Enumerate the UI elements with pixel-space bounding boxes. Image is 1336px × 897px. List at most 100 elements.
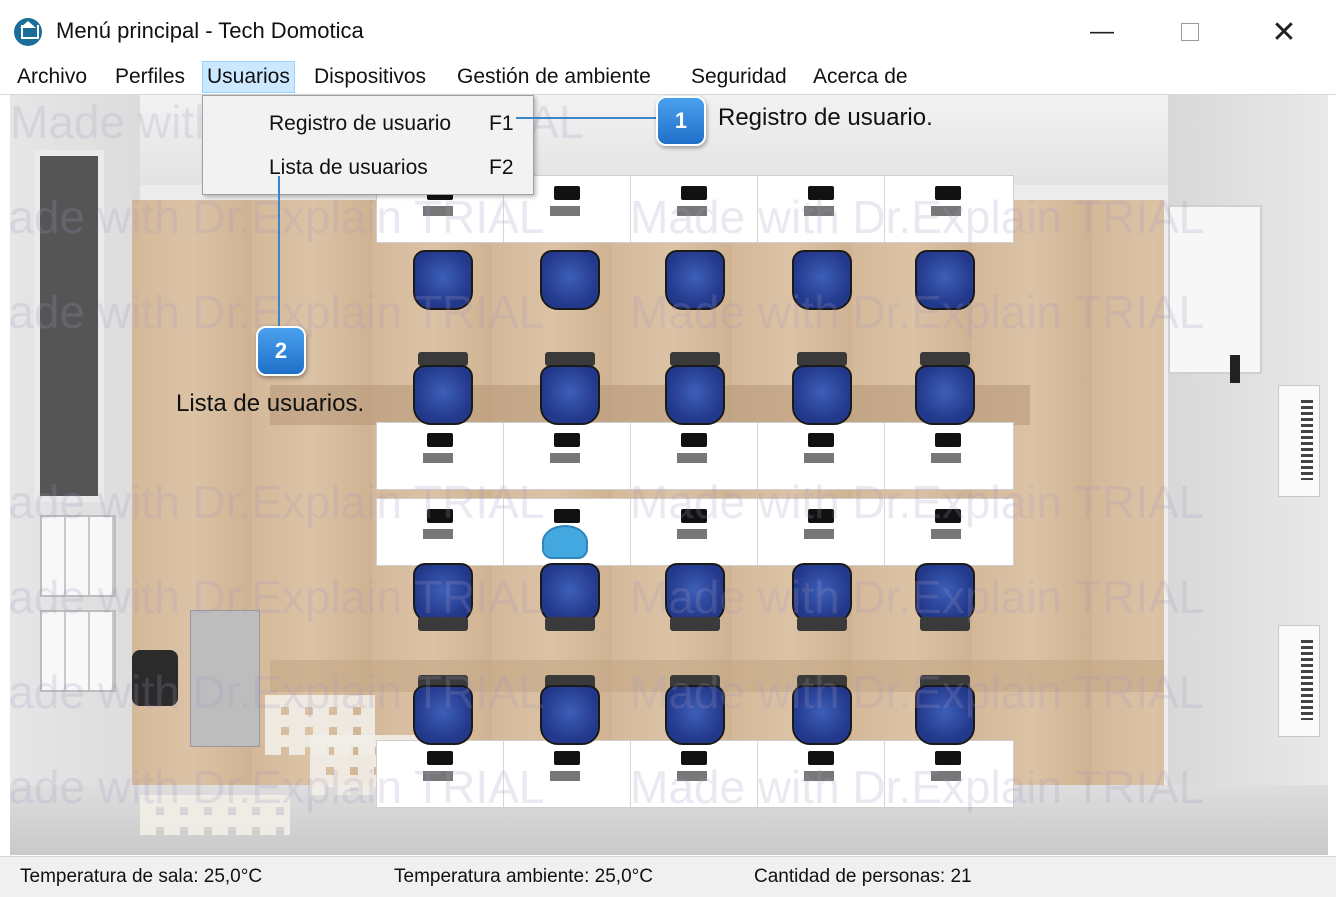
ambient-temperature-status: Temperatura ambiente: 25,0°C <box>394 866 653 887</box>
floor-light-pattern <box>140 795 290 835</box>
person-icon[interactable] <box>542 525 588 559</box>
menu-item-label: Lista de usuarios <box>269 156 428 179</box>
keyboard <box>423 206 453 216</box>
student-chair <box>665 685 725 745</box>
menu-registro-de-usuario[interactable]: Registro de usuario F1 <box>203 103 533 145</box>
student-chair <box>792 563 852 623</box>
menu-lista-de-usuarios[interactable]: Lista de usuarios F2 <box>203 147 533 189</box>
menu-acerca-de[interactable]: Acerca de <box>809 62 912 92</box>
keyboard <box>423 771 453 781</box>
computer-monitor[interactable] <box>681 186 707 200</box>
callout-badge-1: 1 <box>656 96 706 146</box>
menu-item-shortcut: F2 <box>489 156 514 179</box>
chair-back <box>920 352 970 366</box>
desk-row <box>376 740 1014 808</box>
keyboard <box>677 771 707 781</box>
computer-monitor[interactable] <box>681 433 707 447</box>
chair-back <box>670 617 720 631</box>
menu-bar: Archivo Perfiles Usuarios Dispositivos G… <box>0 60 1336 95</box>
computer-monitor[interactable] <box>935 433 961 447</box>
menu-gestion-ambiente[interactable]: Gestión de ambiente <box>453 62 655 92</box>
air-conditioner[interactable] <box>1278 385 1320 497</box>
student-chair <box>413 365 473 425</box>
keyboard <box>677 206 707 216</box>
chair-back <box>418 617 468 631</box>
light-switch <box>1230 355 1240 383</box>
callout-badge-2: 2 <box>256 326 306 376</box>
computer-monitor[interactable] <box>681 751 707 765</box>
computer-monitor[interactable] <box>427 433 453 447</box>
keyboard <box>550 453 580 463</box>
computer-monitor[interactable] <box>554 433 580 447</box>
student-chair <box>413 685 473 745</box>
window-pane <box>40 610 116 692</box>
computer-monitor[interactable] <box>808 186 834 200</box>
whiteboard <box>1168 205 1262 374</box>
app-house-icon <box>14 18 42 46</box>
keyboard <box>550 771 580 781</box>
student-chair <box>540 685 600 745</box>
computer-monitor[interactable] <box>935 751 961 765</box>
computer-monitor[interactable] <box>427 751 453 765</box>
menu-archivo[interactable]: Archivo <box>13 62 91 92</box>
menu-dispositivos[interactable]: Dispositivos <box>310 62 430 92</box>
classroom-floor-plan: Made with Dr.Explain TRIAL Made with Dr.… <box>10 95 1328 855</box>
window-title: Menú principal - Tech Domotica <box>56 18 364 43</box>
menu-seguridad[interactable]: Seguridad <box>687 62 791 92</box>
keyboard <box>804 206 834 216</box>
computer-monitor[interactable] <box>554 186 580 200</box>
computer-monitor[interactable] <box>808 751 834 765</box>
keyboard <box>677 453 707 463</box>
chair-back <box>545 617 595 631</box>
keyboard <box>931 206 961 216</box>
teacher-chair <box>132 650 178 706</box>
student-chair <box>915 563 975 623</box>
computer-monitor[interactable] <box>808 509 834 523</box>
desk-row <box>376 422 1014 490</box>
maximize-button[interactable] <box>1160 10 1220 54</box>
computer-monitor[interactable] <box>554 751 580 765</box>
student-chair <box>915 685 975 745</box>
student-chair <box>540 365 600 425</box>
keyboard <box>804 771 834 781</box>
main-window: Menú principal - Tech Domotica — ✕ Archi… <box>0 0 1336 897</box>
computer-monitor[interactable] <box>427 509 453 523</box>
keyboard <box>423 529 453 539</box>
keyboard <box>931 529 961 539</box>
student-chair <box>665 250 725 310</box>
chair-back <box>797 617 847 631</box>
student-chair <box>665 563 725 623</box>
keyboard <box>931 453 961 463</box>
computer-monitor[interactable] <box>935 186 961 200</box>
chair-back <box>920 617 970 631</box>
maximize-icon <box>1181 23 1199 41</box>
student-chair <box>792 365 852 425</box>
computer-monitor[interactable] <box>681 509 707 523</box>
student-chair <box>413 250 473 310</box>
chair-back <box>545 352 595 366</box>
keyboard <box>550 206 580 216</box>
callout-text-1: Registro de usuario. <box>718 104 933 131</box>
chair-back <box>418 352 468 366</box>
status-bar: Temperatura de sala: 25,0°C Temperatura … <box>0 856 1336 897</box>
minimize-button[interactable]: — <box>1072 10 1132 54</box>
usuarios-dropdown-menu: Registro de usuario F1 Lista de usuarios… <box>202 95 534 195</box>
computer-monitor[interactable] <box>935 509 961 523</box>
student-chair <box>792 685 852 745</box>
callout-connector <box>278 176 280 326</box>
chair-back <box>670 352 720 366</box>
menu-perfiles[interactable]: Perfiles <box>111 62 189 92</box>
student-chair <box>915 250 975 310</box>
student-chair <box>413 563 473 623</box>
air-conditioner[interactable] <box>1278 625 1320 737</box>
menu-usuarios[interactable]: Usuarios <box>202 61 295 93</box>
computer-monitor[interactable] <box>554 509 580 523</box>
keyboard <box>677 529 707 539</box>
keyboard <box>423 453 453 463</box>
menu-item-label: Registro de usuario <box>269 112 452 135</box>
close-button[interactable]: ✕ <box>1254 10 1314 54</box>
people-count-status: Cantidad de personas: 21 <box>754 866 972 887</box>
student-chair <box>540 563 600 623</box>
computer-monitor[interactable] <box>808 433 834 447</box>
desk-row <box>376 498 1014 566</box>
